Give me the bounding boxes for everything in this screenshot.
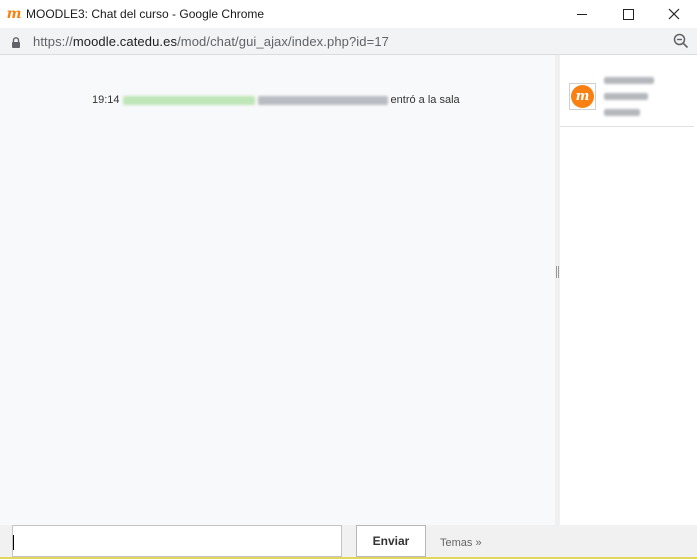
message-input[interactable] — [12, 525, 342, 557]
redacted-fullname — [257, 95, 388, 105]
users-panel: m — [560, 55, 697, 525]
lock-icon — [12, 36, 20, 48]
redacted-line — [604, 77, 654, 84]
address-bar[interactable]: https://moodle.catedu.es/mod/chat/gui_aj… — [0, 28, 697, 55]
message-text: entró a la sala — [390, 94, 460, 106]
window-controls — [559, 0, 697, 28]
zoom-icon[interactable] — [673, 33, 689, 49]
url-path: /mod/chat/gui_ajax/index.php?id=17 — [177, 33, 389, 49]
url-scheme: https:// — [33, 33, 73, 49]
minimize-button[interactable] — [559, 0, 605, 28]
redacted-username — [122, 95, 255, 105]
window-titlebar: m MOODLE3: Chat del curso - Google Chrom… — [0, 0, 697, 28]
url-host: moodle.catedu.es — [72, 33, 178, 49]
message-time: 19:14 — [92, 94, 120, 106]
redacted-user-name — [604, 77, 654, 125]
moodle-icon: m — [6, 6, 22, 22]
chat-messages-area: 19:14 entró a la sala — [0, 55, 555, 525]
redacted-line — [604, 93, 648, 100]
maximize-button[interactable] — [605, 0, 651, 28]
moodle-avatar-icon: m — [571, 85, 594, 108]
redacted-line — [604, 109, 640, 116]
splitter-handle[interactable] — [556, 266, 559, 278]
send-button[interactable]: Enviar — [356, 525, 426, 557]
message-composer: Enviar Temas » — [0, 525, 697, 557]
window-title: MOODLE3: Chat del curso - Google Chrome — [26, 7, 265, 21]
text-caret — [13, 535, 14, 550]
avatar: m — [569, 83, 596, 110]
url-text[interactable]: https://moodle.catedu.es/mod/chat/gui_aj… — [33, 34, 389, 49]
close-icon — [668, 8, 680, 20]
close-button[interactable] — [651, 0, 697, 28]
chat-message: 19:14 entró a la sala — [92, 94, 460, 106]
themes-link[interactable]: Temas » — [440, 537, 482, 549]
user-list-item[interactable]: m — [560, 55, 694, 127]
